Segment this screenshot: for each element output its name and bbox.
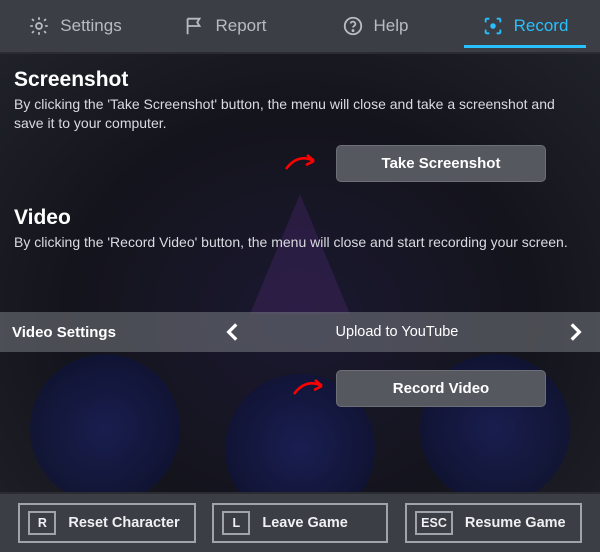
top-tabs: Settings Report Help Record	[0, 0, 600, 54]
chevron-right-icon[interactable]	[562, 319, 588, 345]
video-settings-option: Upload to YouTube	[336, 324, 459, 340]
take-screenshot-button[interactable]: Take Screenshot	[336, 145, 546, 182]
annotation-arrow-icon	[292, 376, 332, 398]
footer-label: Resume Game	[465, 515, 566, 531]
record-icon	[482, 15, 504, 37]
annotation-arrow-icon	[284, 151, 324, 173]
screenshot-description: By clicking the 'Take Screenshot' button…	[14, 95, 586, 133]
record-panel: Screenshot By clicking the 'Take Screens…	[0, 54, 600, 492]
reset-character-button[interactable]: R Reset Character	[18, 503, 195, 543]
video-settings-label: Video Settings	[12, 324, 116, 341]
screenshot-heading: Screenshot	[14, 68, 586, 92]
key-hint: R	[28, 511, 56, 535]
tab-help[interactable]: Help	[300, 0, 450, 52]
tab-record[interactable]: Record	[450, 0, 600, 52]
chevron-left-icon[interactable]	[220, 319, 246, 345]
resume-game-button[interactable]: ESC Resume Game	[405, 503, 581, 543]
footer-label: Reset Character	[68, 515, 179, 531]
record-video-button[interactable]: Record Video	[336, 370, 546, 407]
leave-game-button[interactable]: L Leave Game	[212, 503, 388, 543]
flag-icon	[183, 15, 205, 37]
video-section: Video By clicking the 'Record Video' but…	[14, 206, 586, 252]
footer-bar: R Reset Character L Leave Game ESC Resum…	[0, 492, 600, 552]
tab-settings[interactable]: Settings	[0, 0, 150, 52]
video-heading: Video	[14, 206, 586, 230]
key-hint: L	[222, 511, 250, 535]
screenshot-section: Screenshot By clicking the 'Take Screens…	[14, 68, 586, 182]
tab-label: Record	[514, 16, 569, 36]
video-settings-bar: Video Settings Upload to YouTube	[0, 312, 600, 352]
tab-label: Report	[215, 16, 266, 36]
video-description: By clicking the 'Record Video' button, t…	[14, 233, 586, 252]
tab-report[interactable]: Report	[150, 0, 300, 52]
key-hint: ESC	[415, 511, 453, 535]
help-icon	[342, 15, 364, 37]
gear-icon	[28, 15, 50, 37]
footer-label: Leave Game	[262, 515, 347, 531]
tab-label: Help	[374, 16, 409, 36]
tab-label: Settings	[60, 16, 121, 36]
